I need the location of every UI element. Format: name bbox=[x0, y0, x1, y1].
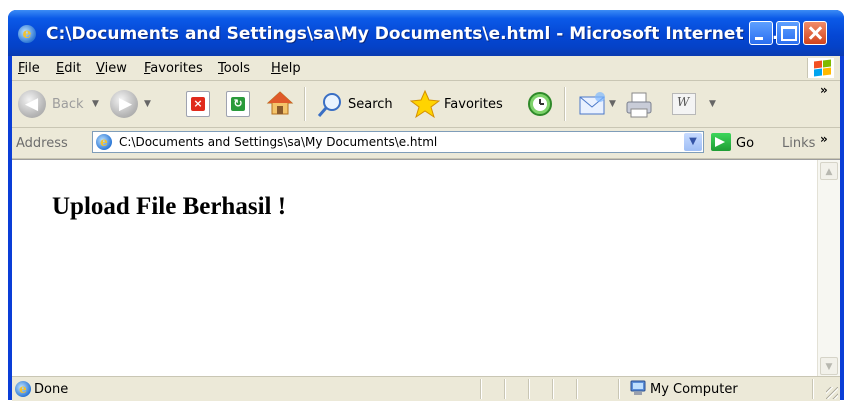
window-left-border bbox=[8, 56, 12, 400]
back-icon[interactable]: ◀ bbox=[18, 90, 46, 118]
scroll-down-icon[interactable]: ▼ bbox=[820, 357, 838, 375]
history-icon[interactable] bbox=[526, 90, 552, 116]
address-bar: Address e C:\Documents and Settings\sa\M… bbox=[12, 128, 840, 159]
address-dropdown-icon[interactable]: ▼ bbox=[684, 133, 702, 151]
menu-view[interactable]: View bbox=[96, 61, 127, 76]
status-divider bbox=[480, 379, 482, 399]
scroll-up-icon[interactable]: ▲ bbox=[820, 162, 838, 180]
vertical-scrollbar[interactable]: ▲ ▼ bbox=[817, 160, 840, 377]
back-dropdown-icon[interactable]: ▼ bbox=[92, 99, 99, 109]
windows-logo-icon bbox=[807, 58, 834, 78]
go-arrow-icon[interactable] bbox=[711, 133, 731, 151]
window-right-border bbox=[840, 56, 844, 400]
status-ie-icon: e bbox=[15, 381, 31, 397]
address-label: Address bbox=[16, 136, 68, 151]
status-divider bbox=[812, 379, 814, 399]
menu-edit[interactable]: Edit bbox=[56, 61, 81, 76]
mail-dropdown-icon[interactable]: ▼ bbox=[609, 99, 616, 109]
page-ie-icon: e bbox=[96, 134, 112, 150]
favorites-star-icon[interactable] bbox=[409, 89, 441, 119]
word-icon[interactable]: W bbox=[672, 93, 696, 115]
menu-favorites[interactable]: Favorites bbox=[144, 61, 203, 76]
search-icon[interactable] bbox=[316, 91, 342, 117]
menu-bar: File Edit View Favorites Tools Help bbox=[12, 56, 840, 81]
my-computer-icon bbox=[630, 380, 646, 396]
page-content: Upload File Berhasil ! ▲ ▼ bbox=[12, 159, 840, 377]
status-divider bbox=[552, 379, 554, 399]
refresh-icon[interactable]: ↻ bbox=[226, 91, 250, 117]
title-bar[interactable]: e C:\Documents and Settings\sa\My Docume… bbox=[8, 10, 844, 56]
home-icon[interactable] bbox=[266, 89, 294, 115]
word-dropdown-icon[interactable]: ▼ bbox=[709, 99, 716, 109]
close-button[interactable] bbox=[803, 21, 827, 45]
stop-icon[interactable]: × bbox=[186, 91, 210, 117]
status-divider bbox=[528, 379, 530, 399]
resize-grip-icon[interactable] bbox=[826, 387, 838, 399]
ie-icon: e bbox=[18, 25, 36, 43]
browser-window: e C:\Documents and Settings\sa\My Docume… bbox=[8, 10, 844, 401]
links-chevron-icon[interactable]: » bbox=[820, 132, 828, 146]
links-label[interactable]: Links bbox=[782, 136, 815, 151]
standard-toolbar: ◀ Back ▼ ▶ ▼ × ↻ Search Favorites ▼ W ▼ … bbox=[12, 81, 840, 128]
status-bar: e Done My Computer bbox=[12, 376, 840, 401]
security-zone-label: My Computer bbox=[650, 382, 738, 397]
minimize-button[interactable] bbox=[749, 21, 773, 45]
back-button-label[interactable]: Back bbox=[52, 97, 84, 112]
window-title: C:\Documents and Settings\sa\My Document… bbox=[46, 24, 792, 44]
menu-file[interactable]: File bbox=[18, 61, 40, 76]
status-divider bbox=[576, 379, 578, 399]
favorites-button-label[interactable]: Favorites bbox=[444, 97, 503, 112]
page-heading: Upload File Berhasil ! bbox=[52, 193, 287, 220]
address-input[interactable]: e C:\Documents and Settings\sa\My Docume… bbox=[92, 131, 704, 153]
print-icon[interactable] bbox=[624, 91, 652, 118]
mail-icon[interactable] bbox=[578, 91, 605, 117]
forward-dropdown-icon[interactable]: ▼ bbox=[144, 99, 151, 109]
address-url[interactable]: C:\Documents and Settings\sa\My Document… bbox=[119, 135, 437, 149]
search-button-label[interactable]: Search bbox=[348, 97, 393, 112]
browser-chrome: File Edit View Favorites Tools Help ◀ Ba… bbox=[12, 56, 840, 401]
status-divider bbox=[504, 379, 506, 399]
menu-tools[interactable]: Tools bbox=[218, 61, 250, 76]
status-divider bbox=[618, 379, 620, 399]
toolbar-chevron-icon[interactable]: » bbox=[820, 83, 828, 97]
maximize-button[interactable] bbox=[776, 21, 800, 45]
forward-icon[interactable]: ▶ bbox=[110, 90, 138, 118]
go-button-label[interactable]: Go bbox=[736, 136, 754, 151]
toolbar-separator bbox=[564, 87, 566, 121]
menu-help[interactable]: Help bbox=[271, 61, 301, 76]
toolbar-separator bbox=[304, 87, 306, 121]
status-text: Done bbox=[34, 382, 69, 397]
